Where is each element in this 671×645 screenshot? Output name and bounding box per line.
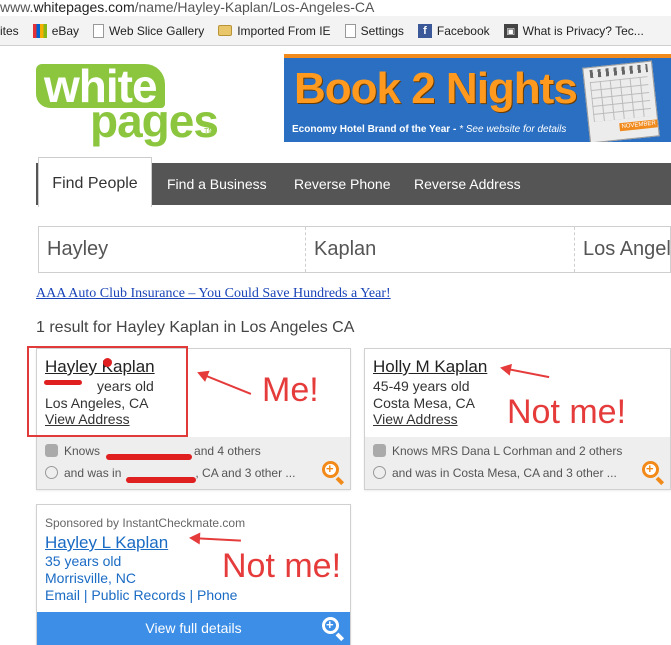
bookmark-label: ites — [0, 23, 19, 38]
zoom-details-icon[interactable]: + — [322, 461, 345, 486]
bookmark-label: What is Privacy? Tec... — [522, 23, 644, 38]
calendar-icon: NOVEMBER — [582, 60, 660, 142]
sponsored-age: 35 years old — [45, 553, 122, 569]
result-name-link[interactable]: Holly M Kaplan — [373, 357, 487, 377]
logo-pages: pages — [90, 95, 219, 147]
view-full-details-label: View full details — [145, 620, 242, 636]
sponsored-text-link[interactable]: AAA Auto Club Insurance – You Could Save… — [36, 286, 391, 302]
location-input[interactable]: Los Angele — [575, 227, 671, 272]
sponsored-location: Morrisville, NC — [45, 570, 136, 586]
page-icon — [344, 23, 356, 38]
search-form: Hayley Kaplan Los Angele — [38, 226, 671, 273]
ad-headline: Book 2 Nights — [294, 64, 578, 113]
page-icon — [93, 23, 105, 38]
bookmark-facebook[interactable]: f Facebook — [417, 23, 490, 38]
last-name-input[interactable]: Kaplan — [306, 227, 574, 272]
sponsor-label: Sponsored by InstantCheckmate.com — [45, 516, 246, 530]
first-name-input[interactable]: Hayley — [39, 227, 305, 272]
was-in-label: and was in — [64, 466, 122, 480]
tab-find-people[interactable]: Find People — [38, 157, 152, 207]
result-location: Costa Mesa, CA — [373, 395, 475, 411]
calendar-month: NOVEMBER — [619, 119, 659, 132]
bookmark-label: Web Slice Gallery — [109, 23, 205, 38]
result-age: 45-49 years old — [373, 378, 470, 394]
search-type-tabs: Find People Find a Business Reverse Phon… — [36, 157, 671, 207]
ad-subline-note: * See website for details — [459, 124, 567, 135]
people-icon — [373, 444, 386, 457]
was-in-tail: , CA and 3 other ... — [195, 466, 296, 480]
zoom-details-icon[interactable]: + — [642, 461, 665, 486]
highlight-box — [27, 346, 188, 437]
tab-reverse-phone[interactable]: Reverse Phone — [294, 163, 391, 205]
bookmark-privacy[interactable]: ▣ What is Privacy? Tec... — [503, 23, 644, 38]
url-prefix: www. — [0, 0, 34, 15]
tab-find-a-business[interactable]: Find a Business — [167, 163, 267, 205]
knows-tail: and 4 others — [194, 444, 261, 458]
bookmark-label: eBay — [51, 23, 80, 38]
ebay-icon — [32, 23, 47, 38]
history-row: and was in Costa Mesa, CA and 3 other ..… — [373, 466, 617, 480]
bookmark-imported-from-ie[interactable]: Imported From IE — [218, 23, 331, 38]
banner-ad[interactable]: Book 2 Nights Economy Hotel Brand of the… — [284, 54, 671, 142]
was-in-text: and was in Costa Mesa, CA and 3 other ..… — [392, 466, 617, 480]
redaction-scribble — [126, 477, 196, 483]
redaction-scribble — [106, 454, 192, 460]
bookmark-label: Imported From IE — [237, 23, 331, 38]
bookmark-favorites[interactable]: ites — [0, 24, 19, 38]
bookmark-label: Settings — [360, 23, 404, 38]
bookmark-ebay[interactable]: eBay — [32, 23, 80, 38]
logo-trademark: TM — [204, 128, 215, 135]
result-footer: Knows MRS Dana L Corhman and 2 others an… — [365, 437, 670, 489]
whitepages-logo[interactable]: white pages TM — [36, 63, 219, 144]
result-count: 1 result for Hayley Kaplan in Los Angele… — [36, 319, 355, 336]
bookmark-settings[interactable]: Settings — [344, 23, 404, 38]
view-address-link[interactable]: View Address — [373, 411, 458, 427]
url-domain: whitepages.com — [33, 0, 135, 15]
knows-text: Knows MRS Dana L Corhman and 2 others — [392, 444, 623, 458]
privacy-icon: ▣ — [503, 23, 518, 38]
address-bar[interactable]: www.whitepages.com/name/Hayley-Kaplan/Lo… — [0, 0, 671, 16]
history-icon — [373, 466, 386, 479]
sponsored-links[interactable]: Email | Public Records | Phone — [45, 587, 237, 603]
annotation-me: Me! — [262, 371, 319, 409]
ad-subline-text: Economy Hotel Brand of the Year - — [292, 124, 460, 135]
bookmarks-bar: ites eBay Web Slice Gallery Imported Fro… — [0, 16, 671, 46]
zoom-icon: + — [322, 617, 345, 642]
view-full-details-button[interactable]: View full details + — [37, 612, 350, 645]
facebook-icon: f — [417, 23, 432, 38]
annotation-not-me: Not me! — [222, 547, 342, 585]
history-icon — [45, 466, 58, 479]
tab-reverse-address[interactable]: Reverse Address — [414, 163, 521, 205]
url-path: /name/Hayley-Kaplan/Los-Angeles-CA — [134, 0, 375, 15]
people-icon — [45, 444, 58, 457]
folder-icon — [218, 25, 233, 36]
calendar-grid — [589, 76, 652, 122]
bookmark-web-slice-gallery[interactable]: Web Slice Gallery — [93, 23, 205, 38]
knows-label: Knows — [64, 444, 101, 458]
bookmark-label: Facebook — [436, 23, 490, 38]
ad-subline: Economy Hotel Brand of the Year - * See … — [292, 124, 566, 135]
sponsored-name-link[interactable]: Hayley L Kaplan — [45, 533, 168, 553]
knows-row: Knows MRS Dana L Corhman and 2 others — [373, 444, 622, 458]
annotation-not-me: Not me! — [507, 393, 627, 431]
